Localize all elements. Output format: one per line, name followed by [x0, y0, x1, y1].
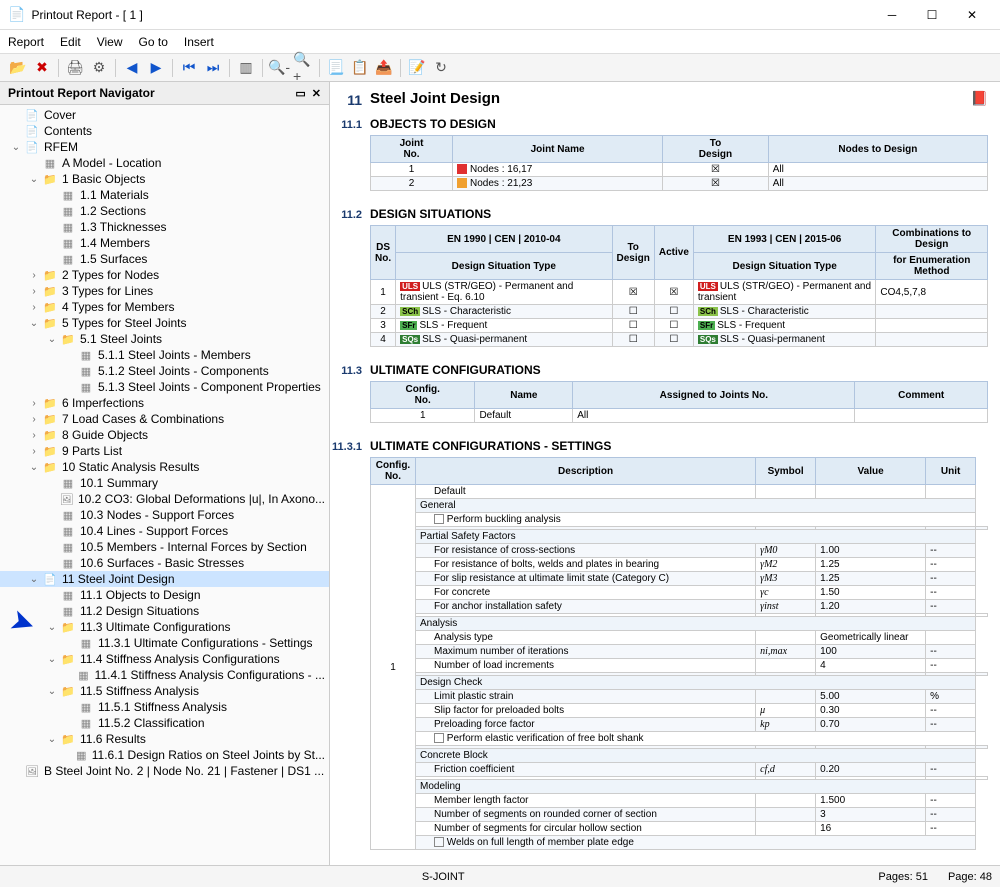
status-center: S-JOINT: [422, 871, 465, 883]
titlebar: 📄 Printout Report - [ 1 ] ─ ☐ ✕: [0, 0, 1000, 30]
edit-page-icon[interactable]: 📝: [407, 58, 427, 78]
report-content[interactable]: 11 📕 Steel Joint Design 11.1 OBJECTS TO …: [330, 82, 1000, 865]
tree-item[interactable]: ▦5.1.1 Steel Joints - Members: [0, 347, 329, 363]
status-page: Page: 48: [948, 871, 992, 883]
tree-item[interactable]: ›📁2 Types for Nodes: [0, 267, 329, 283]
design-situations-table: DSNo.EN 1990 | CEN | 2010-04ToDesignActi…: [370, 225, 988, 347]
window-title: Printout Report - [ 1 ]: [31, 8, 872, 22]
subsection-number: 11.1: [330, 117, 370, 131]
tree-item[interactable]: ⌄📄11 Steel Joint Design: [0, 571, 329, 587]
export-icon[interactable]: 📤: [374, 58, 394, 78]
tree-item[interactable]: 📄Contents: [0, 123, 329, 139]
columns-icon[interactable]: ▥: [236, 58, 256, 78]
tree-item[interactable]: ›📁7 Load Cases & Combinations: [0, 411, 329, 427]
statusbar: S-JOINT Pages: 51 Page: 48: [0, 865, 1000, 887]
tree-item[interactable]: ⌄📁11.6 Results: [0, 731, 329, 747]
app-icon: 📄: [8, 6, 25, 23]
close-panel-icon[interactable]: ✕: [312, 87, 321, 100]
print-icon[interactable]: 🖨: [65, 58, 85, 78]
layout-icon[interactable]: 📋: [350, 58, 370, 78]
tree-item[interactable]: ⌄📄RFEM: [0, 139, 329, 155]
tree-item[interactable]: ▦5.1.2 Steel Joints - Components: [0, 363, 329, 379]
subsection-title: DESIGN SITUATIONS: [370, 207, 988, 221]
tree-item[interactable]: ›📁6 Imperfections: [0, 395, 329, 411]
tree-item[interactable]: ⌄📁10 Static Analysis Results: [0, 459, 329, 475]
tree-item[interactable]: ▦10.6 Surfaces - Basic Stresses: [0, 555, 329, 571]
tree-item[interactable]: ▦11.4.1 Stiffness Analysis Configuration…: [0, 667, 329, 683]
subsection-title: ULTIMATE CONFIGURATIONS: [370, 363, 988, 377]
navigator-tree[interactable]: 📄Cover📄Contents⌄📄RFEM▦A Model - Location…: [0, 105, 329, 865]
tree-item[interactable]: 🖼10.2 CO3: Global Deformations |u|, In A…: [0, 491, 329, 507]
menu-report[interactable]: Report: [8, 35, 44, 49]
last-icon[interactable]: ⏭: [203, 58, 223, 78]
tree-item[interactable]: ▦5.1.3 Steel Joints - Component Properti…: [0, 379, 329, 395]
status-pages: Pages: 51: [878, 871, 928, 883]
tree-item[interactable]: ▦11.5.1 Stiffness Analysis: [0, 699, 329, 715]
tree-item[interactable]: ▦11.6.1 Design Ratios on Steel Joints by…: [0, 747, 329, 763]
menu-view[interactable]: View: [97, 35, 123, 49]
delete-icon[interactable]: ✖: [32, 58, 52, 78]
ultimate-config-table: Config.No.NameAssigned to Joints No.Comm…: [370, 381, 988, 423]
pin-icon[interactable]: ▭: [295, 87, 305, 100]
tree-item[interactable]: 📄Cover: [0, 107, 329, 123]
tree-item[interactable]: ⌄📁11.3 Ultimate Configurations: [0, 619, 329, 635]
tree-item[interactable]: ▦1.2 Sections: [0, 203, 329, 219]
tree-item[interactable]: ▦10.4 Lines - Support Forces: [0, 523, 329, 539]
subsection-title: ULTIMATE CONFIGURATIONS - SETTINGS: [370, 439, 988, 453]
tree-item[interactable]: ▦11.5.2 Classification: [0, 715, 329, 731]
minimize-button[interactable]: ─: [872, 1, 912, 29]
tree-item[interactable]: ›📁3 Types for Lines: [0, 283, 329, 299]
tree-item[interactable]: ⌄📁1 Basic Objects: [0, 171, 329, 187]
prev-icon[interactable]: ◀: [122, 58, 142, 78]
page-icon[interactable]: 📃: [326, 58, 346, 78]
tree-item[interactable]: ⌄📁11.4 Stiffness Analysis Configurations: [0, 651, 329, 667]
subsection-number: 11.3: [330, 363, 370, 377]
open-icon[interactable]: 📂: [8, 58, 28, 78]
first-icon[interactable]: ⏮: [179, 58, 199, 78]
navigator-header: Printout Report Navigator ▭ ✕: [0, 82, 329, 105]
subsection-number: 11.3.1: [330, 439, 370, 453]
section-number: 11: [330, 90, 370, 108]
tree-item[interactable]: ›📁4 Types for Members: [0, 299, 329, 315]
tree-item[interactable]: ›📁8 Guide Objects: [0, 427, 329, 443]
tree-item[interactable]: ▦11.3.1 Ultimate Configurations - Settin…: [0, 635, 329, 651]
tree-item[interactable]: ▦1.3 Thicknesses: [0, 219, 329, 235]
tree-item[interactable]: ▦11.1 Objects to Design: [0, 587, 329, 603]
book-icon: 📕: [971, 90, 988, 107]
tree-item[interactable]: ▦10.5 Members - Internal Forces by Secti…: [0, 539, 329, 555]
zoom-out-icon[interactable]: 🔍-: [269, 58, 289, 78]
subsection-number: 11.2: [330, 207, 370, 221]
toolbar: 📂 ✖ 🖨 ⚙ ◀ ▶ ⏮ ⏭ ▥ 🔍- 🔍+ 📃 📋 📤 📝 ↻: [0, 54, 1000, 82]
tree-item[interactable]: ▦1.4 Members: [0, 235, 329, 251]
menu-insert[interactable]: Insert: [184, 35, 214, 49]
tree-item[interactable]: ⌄📁11.5 Stiffness Analysis: [0, 683, 329, 699]
navigator-panel: Printout Report Navigator ▭ ✕ 📄Cover📄Con…: [0, 82, 330, 865]
tree-item[interactable]: ⌄📁5 Types for Steel Joints: [0, 315, 329, 331]
menubar: Report Edit View Go to Insert: [0, 30, 1000, 54]
tree-item[interactable]: ▦10.3 Nodes - Support Forces: [0, 507, 329, 523]
tree-item[interactable]: ▦11.2 Design Situations: [0, 603, 329, 619]
section-title: Steel Joint Design: [370, 90, 988, 107]
refresh-icon[interactable]: ↻: [431, 58, 451, 78]
close-button[interactable]: ✕: [952, 1, 992, 29]
tree-item[interactable]: ▦1.5 Surfaces: [0, 251, 329, 267]
menu-edit[interactable]: Edit: [60, 35, 81, 49]
maximize-button[interactable]: ☐: [912, 1, 952, 29]
tree-item[interactable]: ▦1.1 Materials: [0, 187, 329, 203]
objects-to-design-table: JointNo.Joint NameToDesignNodes to Desig…: [370, 135, 988, 191]
menu-goto[interactable]: Go to: [139, 35, 168, 49]
tree-item[interactable]: ▦10.1 Summary: [0, 475, 329, 491]
next-icon[interactable]: ▶: [146, 58, 166, 78]
zoom-in-icon[interactable]: 🔍+: [293, 58, 313, 78]
tree-item[interactable]: ▦A Model - Location: [0, 155, 329, 171]
print-setup-icon[interactable]: ⚙: [89, 58, 109, 78]
navigator-title: Printout Report Navigator: [8, 86, 289, 100]
ultimate-config-settings-table: Config.No.DescriptionSymbolValueUnit1Def…: [370, 457, 988, 850]
tree-item[interactable]: ⌄📁5.1 Steel Joints: [0, 331, 329, 347]
tree-item[interactable]: 🖼B Steel Joint No. 2 | Node No. 21 | Fas…: [0, 763, 329, 779]
subsection-title: OBJECTS TO DESIGN: [370, 117, 988, 131]
tree-item[interactable]: ›📁9 Parts List: [0, 443, 329, 459]
